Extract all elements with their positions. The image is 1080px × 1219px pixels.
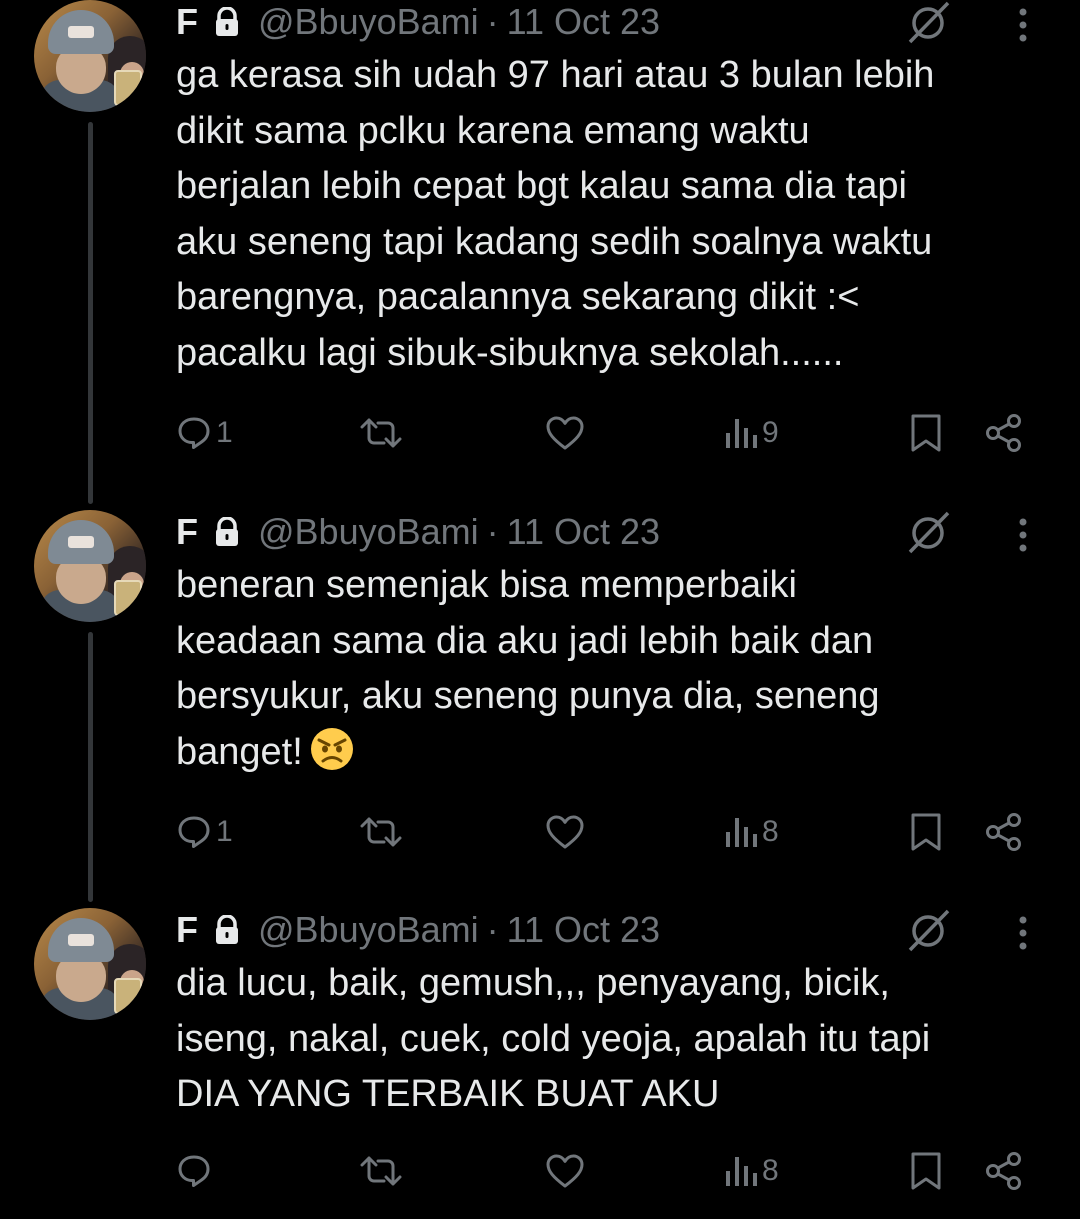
- bookmark-icon: [911, 1152, 941, 1190]
- separator: ·: [486, 511, 499, 552]
- views-icon: [726, 1157, 757, 1186]
- action-bar: 1 9: [0, 410, 1080, 456]
- retweet-button[interactable]: [358, 410, 408, 456]
- more-icon[interactable]: [1010, 4, 1036, 46]
- share-button[interactable]: [984, 1148, 1024, 1194]
- display-name[interactable]: F: [176, 0, 198, 44]
- bookmark-button[interactable]: [908, 809, 944, 855]
- reply-count: 1: [216, 416, 233, 449]
- view-count: 8: [762, 1154, 779, 1187]
- handle[interactable]: @BbuyoBami: [258, 510, 479, 554]
- action-bar: 8: [0, 1148, 1080, 1194]
- tweet-text: beneran semenjak bisa memperbaiki keadaa…: [176, 564, 880, 773]
- share-icon: [986, 813, 1021, 851]
- avatar[interactable]: [34, 908, 146, 1020]
- display-name[interactable]: F: [176, 510, 198, 554]
- grok-icon[interactable]: [906, 908, 952, 952]
- tweet-date[interactable]: 11 Oct 23: [507, 0, 660, 44]
- views-button[interactable]: 9: [724, 410, 779, 456]
- handle[interactable]: @BbuyoBami: [258, 0, 479, 44]
- bookmark-button[interactable]: [908, 1148, 944, 1194]
- avatar[interactable]: [34, 510, 146, 622]
- tweet-date[interactable]: 11 Oct 23: [507, 510, 660, 554]
- tweet-header: F @BbuyoBami · 11 Oct 23: [176, 510, 660, 554]
- display-name[interactable]: F: [176, 908, 198, 952]
- reply-count: 1: [216, 815, 233, 848]
- action-bar: 1 8: [0, 809, 1080, 855]
- share-button[interactable]: [984, 809, 1024, 855]
- like-button[interactable]: [545, 410, 589, 456]
- reply-button[interactable]: [176, 1148, 216, 1194]
- more-icon[interactable]: [1010, 514, 1036, 556]
- handle[interactable]: @BbuyoBami: [258, 908, 479, 952]
- reply-icon: [178, 816, 210, 848]
- views-icon: [726, 419, 757, 448]
- thread-line: [88, 632, 93, 902]
- grok-icon[interactable]: [906, 510, 952, 554]
- like-button[interactable]: [545, 1148, 589, 1194]
- reply-button[interactable]: 1: [176, 410, 233, 456]
- tweet-date[interactable]: 11 Oct 23: [507, 908, 660, 952]
- views-icon: [726, 818, 757, 847]
- retweet-icon: [360, 418, 402, 448]
- like-icon: [546, 416, 584, 450]
- views-button[interactable]: 8: [724, 809, 779, 855]
- like-button[interactable]: [545, 809, 589, 855]
- lock-icon: [216, 7, 238, 36]
- reply-button[interactable]: 1: [176, 809, 233, 855]
- separator: ·: [486, 909, 499, 950]
- reply-icon: [178, 417, 210, 449]
- retweet-icon: [360, 1156, 402, 1186]
- tweet-text: dia lucu, baik, gemush,,, penyayang, bic…: [176, 962, 931, 1115]
- bookmark-icon: [911, 813, 941, 851]
- grok-icon[interactable]: [906, 0, 952, 44]
- tweet-header: F @BbuyoBami · 11 Oct 23: [176, 0, 660, 44]
- tweet-header: F @BbuyoBami · 11 Oct 23: [176, 908, 660, 952]
- bookmark-button[interactable]: [908, 410, 944, 456]
- retweet-button[interactable]: [358, 1148, 408, 1194]
- share-button[interactable]: [984, 410, 1024, 456]
- like-icon: [546, 815, 584, 849]
- lock-icon: [216, 915, 238, 944]
- view-count: 8: [762, 815, 779, 848]
- angry-face-emoji: [310, 727, 353, 770]
- tweet-text-container: beneran semenjak bisa memperbaiki keadaa…: [176, 558, 1056, 780]
- view-count: 9: [762, 416, 779, 449]
- views-button[interactable]: 8: [724, 1148, 779, 1194]
- retweet-button[interactable]: [358, 809, 408, 855]
- lock-icon: [216, 517, 238, 546]
- more-icon[interactable]: [1010, 912, 1036, 954]
- share-icon: [986, 1152, 1021, 1190]
- tweet-text: ga kerasa sih udah 97 hari atau 3 bulan …: [176, 54, 935, 374]
- separator: ·: [486, 1, 499, 42]
- avatar[interactable]: [34, 0, 146, 112]
- like-icon: [546, 1154, 584, 1188]
- bookmark-icon: [911, 414, 941, 452]
- share-icon: [986, 414, 1021, 452]
- retweet-icon: [360, 817, 402, 847]
- reply-icon: [178, 1155, 210, 1187]
